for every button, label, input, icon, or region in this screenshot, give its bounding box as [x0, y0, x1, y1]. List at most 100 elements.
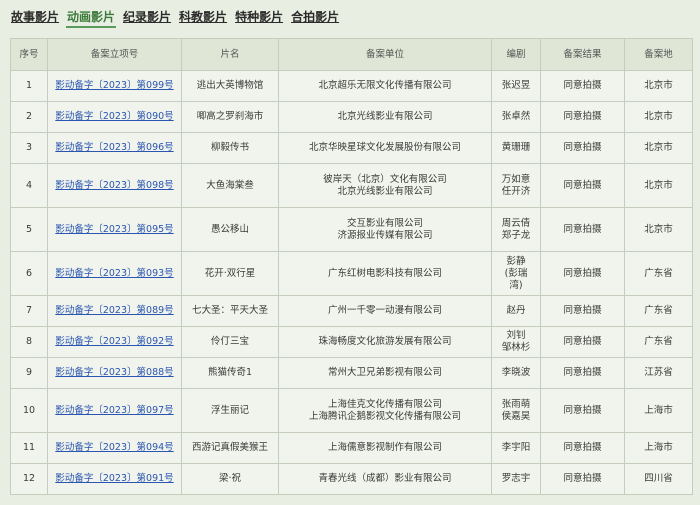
tab-2[interactable]: 纪录影片: [122, 8, 172, 28]
screenwriter-line: 李宇阳: [501, 442, 531, 453]
filing-place: 广东省: [624, 251, 693, 296]
screenwriter: 彭静 (彭瑞 湾): [491, 251, 541, 296]
filing-id-cell: 影动备字〔2023〕第093号: [47, 251, 182, 296]
filing-id-link[interactable]: 影动备字〔2023〕第091号: [55, 473, 173, 484]
filing-place: 四川省: [624, 463, 693, 495]
filing-unit-line: 北京华映星球文化发展股份有限公司: [308, 142, 461, 153]
filing-id-cell: 影动备字〔2023〕第090号: [47, 101, 182, 133]
table-row: 6 影动备字〔2023〕第093号 花开·双行星 广东红树电影科技有限公司 彭静 (彭瑞湾…: [10, 251, 693, 296]
column-header: 备案地: [624, 38, 693, 71]
film-title: 大鱼海棠叁: [181, 163, 279, 208]
screenwriter-line: 李晓波: [501, 367, 531, 378]
filing-id-cell: 影动备字〔2023〕第088号: [47, 357, 182, 389]
filing-id-link[interactable]: 影动备字〔2023〕第095号: [55, 224, 173, 235]
filing-id-link[interactable]: 影动备字〔2023〕第089号: [55, 305, 173, 316]
filing-result: 同意拍摄: [540, 163, 625, 208]
screenwriter: 张雨萌 侯嘉昊: [491, 388, 541, 433]
filing-unit-line: 珠海畅度文化旅游发展有限公司: [318, 336, 452, 347]
table-row: 5 影动备字〔2023〕第095号 愚公移山 交互影业有限公司 济源报业传媒有限公司 周云…: [10, 207, 693, 252]
filing-id-cell: 影动备字〔2023〕第094号: [47, 432, 182, 464]
screenwriter: 万如意 任开济: [491, 163, 541, 208]
screenwriter: 黄珊珊: [491, 132, 541, 164]
filing-place: 上海市: [624, 432, 693, 464]
filing-unit-line: 交互影业有限公司: [346, 217, 423, 229]
screenwriter-line: 张卓然: [501, 111, 531, 122]
table-row: 9 影动备字〔2023〕第088号 熊猫传奇1 常州大卫兄弟影视有限公司 李晓波 同意拍摄…: [10, 357, 693, 389]
film-title: 七大圣：平天大圣: [181, 295, 279, 327]
film-title: 浮生丽记: [181, 388, 279, 433]
screenwriter-line: 赵丹: [506, 305, 526, 316]
screenwriter-line: 万如意: [501, 173, 531, 185]
film-title: 逃出大英博物馆: [181, 70, 279, 102]
table-row: 12 影动备字〔2023〕第091号 梁·祝 青春光线（成都）影业有限公司 罗志宇 同意拍…: [10, 463, 693, 495]
filing-id-cell: 影动备字〔2023〕第099号: [47, 70, 182, 102]
filing-place: 北京市: [624, 163, 693, 208]
row-number: 8: [10, 326, 48, 358]
filing-id-link[interactable]: 影动备字〔2023〕第096号: [55, 142, 173, 153]
filing-id-link[interactable]: 影动备字〔2023〕第088号: [55, 367, 173, 378]
filing-id-cell: 影动备字〔2023〕第097号: [47, 388, 182, 433]
filing-unit-line: 北京超乐无限文化传播有限公司: [318, 80, 452, 91]
filing-unit-line: 青春光线（成都）影业有限公司: [318, 473, 452, 484]
filing-place: 江苏省: [624, 357, 693, 389]
screenwriter-line: 张迟昱: [501, 80, 531, 91]
column-header: 序号: [10, 38, 48, 71]
filing-id-cell: 影动备字〔2023〕第098号: [47, 163, 182, 208]
table-row: 11 影动备字〔2023〕第094号 西游记真假美猴王 上海儒意影视制作有限公司 李宇阳…: [10, 432, 693, 464]
table-row: 4 影动备字〔2023〕第098号 大鱼海棠叁 彼岸天（北京）文化有限公司 北京光线影业…: [10, 163, 693, 208]
film-title: 唧高之罗刹海市: [181, 101, 279, 133]
filing-unit-line: 上海儒意影视制作有限公司: [327, 442, 442, 453]
row-number: 7: [10, 295, 48, 327]
filing-unit-line: 济源报业传媒有限公司: [337, 229, 433, 241]
screenwriter: 李宇阳: [491, 432, 541, 464]
filing-result: 同意拍摄: [540, 295, 625, 327]
filing-table: 序号 备案立项号 片名 备案单位 编剧 备案结果 备案地 1 影动备字〔2023〕第099号逃…: [10, 38, 693, 495]
screenwriter-line: 罗志宇: [501, 473, 531, 484]
filing-id-link[interactable]: 影动备字〔2023〕第094号: [55, 442, 173, 453]
filing-result: 同意拍摄: [540, 207, 625, 252]
screenwriter-line: 周云倩: [501, 217, 531, 229]
filing-unit: 青春光线（成都）影业有限公司: [278, 463, 492, 495]
filing-id-cell: 影动备字〔2023〕第091号: [47, 463, 182, 495]
filing-unit-line: 彼岸天（北京）文化有限公司: [323, 173, 447, 185]
screenwriter-line: 湾): [509, 279, 523, 291]
table-row: 7 影动备字〔2023〕第089号 七大圣：平天大圣 广州一千零一动漫有限公司 赵丹 同意…: [10, 295, 693, 327]
column-header: 备案结果: [540, 38, 625, 71]
tab-5[interactable]: 合拍影片: [290, 8, 340, 28]
film-title: 伶仃三宝: [181, 326, 279, 358]
filing-id-link[interactable]: 影动备字〔2023〕第099号: [55, 80, 173, 91]
film-title: 西游记真假美猴王: [181, 432, 279, 464]
tab-0[interactable]: 故事影片: [10, 8, 60, 28]
column-header: 备案单位: [278, 38, 492, 71]
film-title: 柳毅传书: [181, 132, 279, 164]
filing-id-link[interactable]: 影动备字〔2023〕第093号: [55, 268, 173, 279]
filing-unit: 交互影业有限公司 济源报业传媒有限公司: [278, 207, 492, 252]
tab-3[interactable]: 科教影片: [178, 8, 228, 28]
row-number: 11: [10, 432, 48, 464]
filing-unit-line: 北京光线影业有限公司: [337, 185, 433, 197]
screenwriter: 赵丹: [491, 295, 541, 327]
screenwriter-line: 任开济: [501, 185, 531, 197]
filing-id-link[interactable]: 影动备字〔2023〕第090号: [55, 111, 173, 122]
tab-1[interactable]: 动画影片: [66, 8, 117, 28]
screenwriter: 张迟昱: [491, 70, 541, 102]
row-number: 6: [10, 251, 48, 296]
tab-4[interactable]: 特种影片: [234, 8, 284, 28]
filing-id-cell: 影动备字〔2023〕第092号: [47, 326, 182, 358]
filing-id-cell: 影动备字〔2023〕第095号: [47, 207, 182, 252]
screenwriter-line: 侯嘉昊: [501, 410, 531, 422]
filing-unit: 珠海畅度文化旅游发展有限公司: [278, 326, 492, 358]
filing-unit: 北京华映星球文化发展股份有限公司: [278, 132, 492, 164]
filing-id-link[interactable]: 影动备字〔2023〕第098号: [55, 180, 173, 191]
filing-result: 同意拍摄: [540, 132, 625, 164]
row-number: 12: [10, 463, 48, 495]
filing-place: 广东省: [624, 326, 693, 358]
filing-unit: 彼岸天（北京）文化有限公司 北京光线影业有限公司: [278, 163, 492, 208]
filing-unit: 上海佳克文化传播有限公司 上海腾讯企鹅影视文化传播有限公司: [278, 388, 492, 433]
film-title: 花开·双行星: [181, 251, 279, 296]
filing-id-link[interactable]: 影动备字〔2023〕第092号: [55, 336, 173, 347]
screenwriter-line: 张雨萌: [501, 398, 531, 410]
filing-id-cell: 影动备字〔2023〕第089号: [47, 295, 182, 327]
filing-id-link[interactable]: 影动备字〔2023〕第097号: [55, 405, 173, 416]
row-number: 3: [10, 132, 48, 164]
